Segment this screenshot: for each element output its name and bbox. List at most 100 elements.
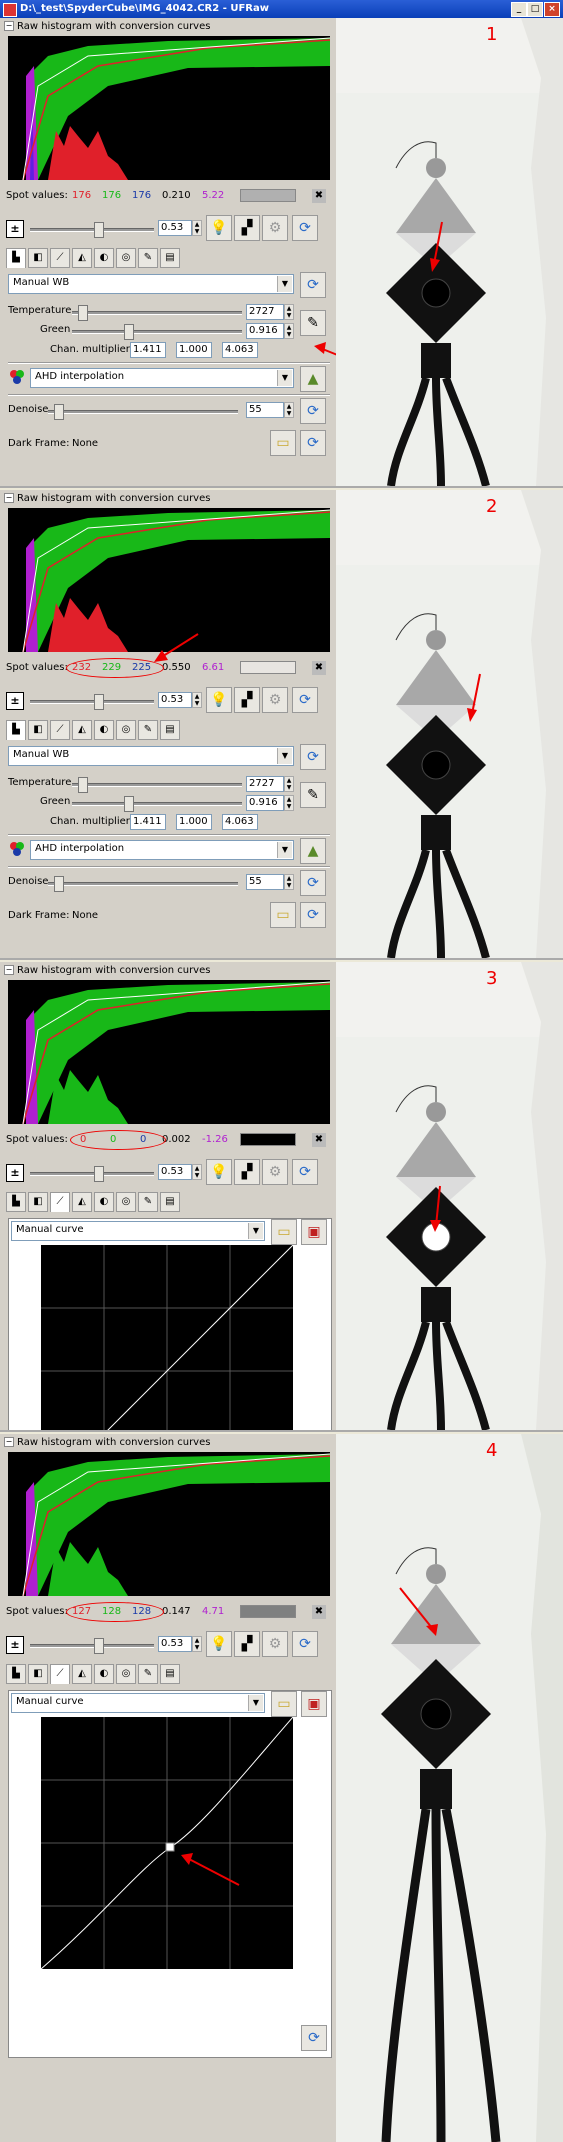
- temperature-input[interactable]: 2727: [246, 776, 284, 792]
- exposure-spin-arrows[interactable]: ▲ ▼: [192, 220, 202, 236]
- save-curve-button[interactable]: ▣: [301, 1219, 327, 1245]
- tab-lens[interactable]: ◎: [116, 1664, 136, 1684]
- tab-base-curve[interactable]: ⟋: [50, 720, 70, 740]
- exposure-input[interactable]: 0.53: [158, 1164, 192, 1180]
- clear-spot-button[interactable]: ✖: [312, 661, 326, 675]
- chan-red-input[interactable]: 1.411: [130, 814, 166, 830]
- exposure-spin-arrows[interactable]: ▲ ▼: [192, 1636, 202, 1652]
- denoise-input[interactable]: 55: [246, 874, 284, 890]
- denoise-slider-thumb[interactable]: [54, 876, 64, 892]
- chan-red-input[interactable]: 1.411: [130, 342, 166, 358]
- temperature-slider[interactable]: [72, 305, 242, 321]
- exposure-input[interactable]: 0.53: [158, 692, 192, 708]
- green-slider[interactable]: [72, 324, 242, 340]
- denoise-spin-arrows[interactable]: ▲ ▼: [284, 402, 294, 418]
- clear-spot-button[interactable]: ✖: [312, 1133, 326, 1147]
- collapse-icon[interactable]: −: [4, 493, 14, 503]
- exposure-slider-thumb[interactable]: [94, 1638, 104, 1654]
- load-curve-button[interactable]: ▭: [271, 1691, 297, 1717]
- auto-exposure-button[interactable]: 💡: [206, 687, 232, 713]
- restore-details-button[interactable]: ▞: [234, 1159, 260, 1185]
- tab-grayscale[interactable]: ◧: [28, 1664, 48, 1684]
- temperature-input[interactable]: 2727: [246, 304, 284, 320]
- tab-transform[interactable]: ✎: [138, 248, 158, 268]
- reset-exposure-button[interactable]: ⟳: [292, 1159, 318, 1185]
- tab-transform[interactable]: ✎: [138, 1192, 158, 1212]
- tab-base-curve[interactable]: ⟋: [50, 1192, 70, 1212]
- auto-exposure-button[interactable]: 💡: [206, 215, 232, 241]
- exposure-spin-arrows[interactable]: ▲ ▼: [192, 1164, 202, 1180]
- temperature-spin-arrows[interactable]: ▲ ▼: [284, 304, 294, 320]
- green-slider-thumb[interactable]: [124, 796, 134, 812]
- temperature-slider-thumb[interactable]: [78, 305, 88, 321]
- tab-lens[interactable]: ◎: [116, 1192, 136, 1212]
- tab-exif[interactable]: ▤: [160, 1664, 180, 1684]
- chan-green-input[interactable]: 1.000: [176, 342, 212, 358]
- temperature-slider-thumb[interactable]: [78, 777, 88, 793]
- clip-highlights-button[interactable]: ⚙: [262, 215, 288, 241]
- tab-grayscale[interactable]: ◧: [28, 720, 48, 740]
- reset-denoise-button[interactable]: ⟳: [300, 870, 326, 896]
- close-button[interactable]: ×: [544, 2, 560, 17]
- clear-spot-button[interactable]: ✖: [312, 189, 326, 203]
- auto-exposure-button[interactable]: 💡: [206, 1631, 232, 1657]
- tab-lens[interactable]: ◎: [116, 248, 136, 268]
- histogram-header[interactable]: − Raw histogram with conversion curves: [4, 493, 210, 505]
- denoise-slider-thumb[interactable]: [54, 404, 64, 420]
- tab-corrections[interactable]: ◐: [94, 720, 114, 740]
- green-slider[interactable]: [72, 796, 242, 812]
- tab-exif[interactable]: ▤: [160, 1192, 180, 1212]
- interpolation-select[interactable]: AHD interpolation ▼: [30, 368, 294, 388]
- reset-dark-frame-button[interactable]: ⟳: [300, 902, 326, 928]
- collapse-icon[interactable]: −: [4, 965, 14, 975]
- wb-preset-select[interactable]: Manual WB ▼: [8, 746, 294, 766]
- green-input[interactable]: 0.916: [246, 323, 284, 339]
- green-input[interactable]: 0.916: [246, 795, 284, 811]
- reset-exposure-button[interactable]: ⟳: [292, 687, 318, 713]
- tab-lens[interactable]: ◎: [116, 720, 136, 740]
- clip-highlights-button[interactable]: ⚙: [262, 1631, 288, 1657]
- tab-corrections[interactable]: ◐: [94, 248, 114, 268]
- tab-transform[interactable]: ✎: [138, 720, 158, 740]
- exposure-input[interactable]: 0.53: [158, 1636, 192, 1652]
- chan-blue-input[interactable]: 4.063: [222, 814, 258, 830]
- green-spin-arrows[interactable]: ▲ ▼: [284, 323, 294, 339]
- curve-preset-select[interactable]: Manual curve ▼: [11, 1221, 265, 1241]
- exposure-slider[interactable]: [30, 1166, 154, 1182]
- restore-details-button[interactable]: ▞: [234, 1631, 260, 1657]
- exposure-slider[interactable]: [30, 694, 154, 710]
- load-curve-button[interactable]: ▭: [271, 1219, 297, 1245]
- exposure-input[interactable]: 0.53: [158, 220, 192, 236]
- tab-grayscale[interactable]: ◧: [28, 1192, 48, 1212]
- tab-exif[interactable]: ▤: [160, 248, 180, 268]
- reset-dark-frame-button[interactable]: ⟳: [300, 430, 326, 456]
- tab-transform[interactable]: ✎: [138, 1664, 158, 1684]
- tab-white-balance[interactable]: ▙: [6, 720, 26, 740]
- green-spin-arrows[interactable]: ▲ ▼: [284, 795, 294, 811]
- tab-color-management[interactable]: ◭: [72, 720, 92, 740]
- temperature-slider[interactable]: [72, 777, 242, 793]
- save-curve-button[interactable]: ▣: [301, 1691, 327, 1717]
- chan-green-input[interactable]: 1.000: [176, 814, 212, 830]
- collapse-icon[interactable]: −: [4, 1437, 14, 1447]
- denoise-slider[interactable]: [48, 876, 238, 892]
- clip-highlights-button[interactable]: ⚙: [262, 687, 288, 713]
- denoise-input[interactable]: 55: [246, 402, 284, 418]
- tab-base-curve[interactable]: ⟋: [50, 248, 70, 268]
- exposure-slider[interactable]: [30, 222, 154, 238]
- denoise-spin-arrows[interactable]: ▲ ▼: [284, 874, 294, 890]
- chan-blue-input[interactable]: 4.063: [222, 342, 258, 358]
- curve-editor[interactable]: [40, 1716, 294, 1970]
- auto-exposure-button[interactable]: 💡: [206, 1159, 232, 1185]
- tab-corrections[interactable]: ◐: [94, 1664, 114, 1684]
- reset-curve-button[interactable]: ⟳: [301, 2025, 327, 2051]
- wb-preset-select[interactable]: Manual WB ▼: [8, 274, 294, 294]
- clear-spot-button[interactable]: ✖: [312, 1605, 326, 1619]
- histogram-header[interactable]: − Raw histogram with conversion curves: [4, 965, 210, 977]
- tab-white-balance[interactable]: ▙: [6, 1664, 26, 1684]
- tab-corrections[interactable]: ◐: [94, 1192, 114, 1212]
- reset-exposure-button[interactable]: ⟳: [292, 1631, 318, 1657]
- tab-base-curve[interactable]: ⟋: [50, 1664, 70, 1684]
- exposure-spin-arrows[interactable]: ▲ ▼: [192, 692, 202, 708]
- histogram-header[interactable]: − Raw histogram with conversion curves: [4, 21, 210, 33]
